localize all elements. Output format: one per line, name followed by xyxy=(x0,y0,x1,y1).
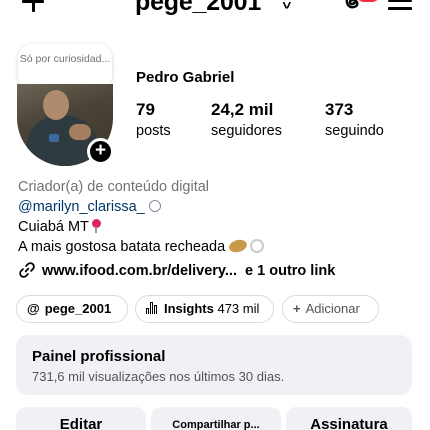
threads-icon-glyph xyxy=(345,0,359,9)
add-chip-label: Adicionar xyxy=(305,301,360,316)
insights-bars-icon xyxy=(146,302,159,314)
bio-description: A mais gostosa batata recheada xyxy=(18,239,226,255)
add-icon[interactable] xyxy=(20,0,46,14)
threads-chip-label: pege_2001 xyxy=(44,301,112,316)
insights-chip[interactable]: Insights 473 mil xyxy=(135,295,274,323)
add-chip[interactable]: + Adicionar xyxy=(282,295,379,323)
edit-profile-button[interactable]: Editar xyxy=(16,407,146,430)
bio-link[interactable]: www.ifood.com.br/delivery... e 1 outro l… xyxy=(18,261,335,281)
add-story-button[interactable]: + xyxy=(87,138,114,165)
threads-icon[interactable] xyxy=(340,0,364,14)
note-text: Só por curiosidad... xyxy=(19,53,111,65)
header-username[interactable]: pege_2001 xyxy=(135,0,261,17)
link-more: e 1 outro link xyxy=(245,263,336,279)
bio-city: Cuiabá MT xyxy=(18,219,89,235)
stat-followers-label: seguidores xyxy=(211,123,282,139)
panel-title: Painel profissional xyxy=(32,348,166,365)
pin-icon xyxy=(91,219,101,233)
stat-followers[interactable]: 24,2 mil seguidores xyxy=(211,100,282,141)
stat-following-value: 373 xyxy=(325,100,354,119)
stat-posts-label: posts xyxy=(136,123,171,139)
bio-description-row: A mais gostosa batata recheada xyxy=(18,237,265,257)
stat-following-label: seguindo xyxy=(325,123,384,139)
threads-chip[interactable]: @ pege_2001 xyxy=(16,295,128,323)
threads-small-icon: @ xyxy=(27,301,40,316)
panel-subtitle: 731,6 mil visualizações nos últimos 30 d… xyxy=(32,369,285,384)
bio-mention-row: @marilyn_clarissa_ xyxy=(18,197,161,217)
bio-city-row: Cuiabá MT xyxy=(18,217,101,237)
share-profile-button[interactable]: Compartilhar p... xyxy=(151,407,281,430)
subscription-button[interactable]: Assinatura xyxy=(286,407,412,430)
stat-following[interactable]: 373 seguindo xyxy=(325,100,384,141)
top-bar: pege_2001 ˅ xyxy=(0,0,430,24)
link-icon xyxy=(19,262,35,278)
chevron-down-icon[interactable]: ˅ xyxy=(282,0,291,13)
ring-icon xyxy=(148,200,161,212)
plus-icon: + xyxy=(293,301,301,316)
menu-icon[interactable] xyxy=(388,0,412,10)
potato-icon xyxy=(227,237,249,255)
insights-chip-value: 473 mil xyxy=(217,301,260,316)
stat-posts[interactable]: 79 posts xyxy=(136,100,171,141)
link-url: www.ifood.com.br/delivery... xyxy=(42,263,237,279)
stat-followers-value: 24,2 mil xyxy=(211,100,274,119)
insights-chip-label: Insights xyxy=(164,301,214,316)
display-name: Pedro Gabriel xyxy=(136,69,235,86)
plate-icon xyxy=(250,239,265,253)
bio-category: Criador(a) de conteúdo digital xyxy=(18,179,210,195)
bio-mention-link[interactable]: @marilyn_clarissa_ xyxy=(18,199,145,215)
stat-posts-value: 79 xyxy=(136,100,155,119)
professional-dashboard[interactable]: Painel profissional 731,6 mil visualizaç… xyxy=(16,335,412,395)
